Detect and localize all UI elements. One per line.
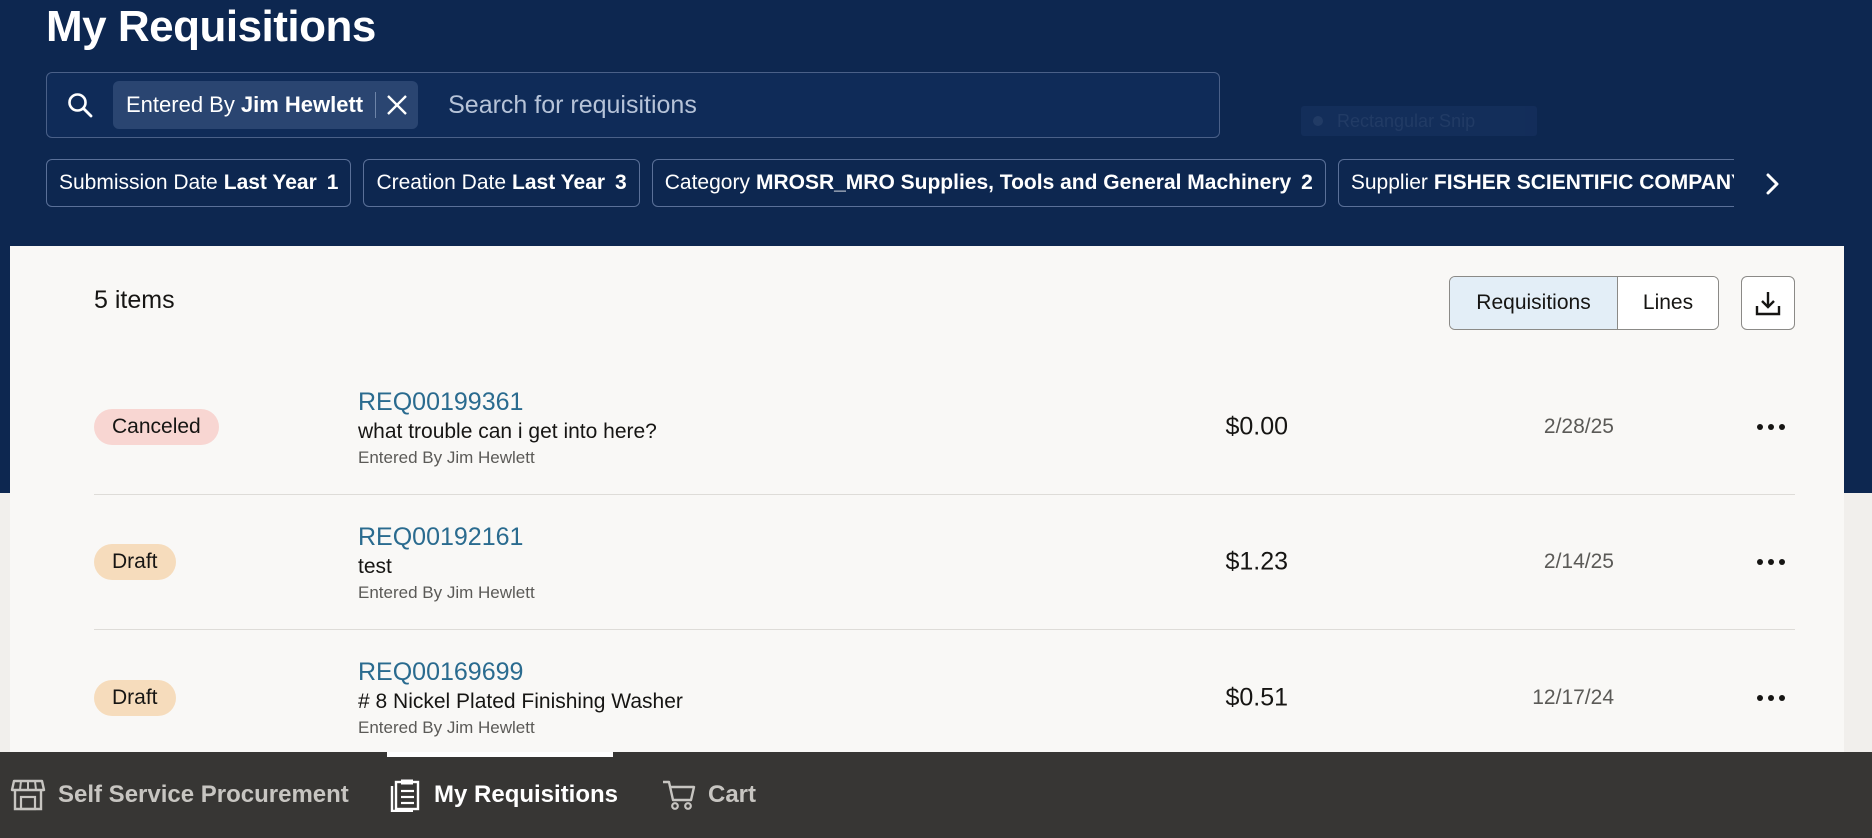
store-icon xyxy=(10,779,46,811)
requisition-row[interactable]: Canceled REQ00199361 what trouble can i … xyxy=(94,360,1795,495)
more-actions-icon[interactable] xyxy=(1748,407,1794,447)
requisition-description: # 8 Nickel Plated Finishing Washer xyxy=(358,690,683,713)
snip-tooltip-label: Rectangular Snip xyxy=(1337,110,1476,131)
chevron-right-icon[interactable] xyxy=(1750,162,1794,206)
filter-value: MROSR_MRO Supplies, Tools and General Ma… xyxy=(755,171,1292,194)
requisition-amount: $0.51 xyxy=(1225,683,1288,711)
page-title: My Requisitions xyxy=(46,2,376,51)
requisition-description: what trouble can i get into here? xyxy=(358,420,657,443)
search-input[interactable] xyxy=(418,75,1219,135)
filter-chip-supplier[interactable]: Supplier FISHER SCIENTIFIC COMPANY LLC 2 xyxy=(1337,159,1734,207)
search-bar[interactable]: Entered By Jim Hewlett xyxy=(46,72,1220,138)
requisition-row[interactable]: Draft REQ00192161 test Entered By Jim He… xyxy=(94,495,1795,630)
view-toggle-requisitions[interactable]: Requisitions xyxy=(1450,277,1618,329)
requisition-row[interactable]: Draft REQ00169699 # 8 Nickel Plated Fini… xyxy=(94,630,1795,765)
filter-label: Supplier xyxy=(1350,171,1428,194)
filter-label: Submission Date xyxy=(59,171,218,194)
download-button[interactable] xyxy=(1741,276,1795,330)
clipboard-icon xyxy=(390,779,420,812)
requisition-link[interactable]: REQ00199361 xyxy=(358,388,523,417)
filter-count: 2 xyxy=(1301,171,1313,194)
requisition-amount: $0.00 xyxy=(1225,412,1288,441)
results-panel: 5 items Requisitions Lines Canceled REQ0… xyxy=(10,246,1844,766)
requisition-entered-by: Entered By Jim Hewlett xyxy=(358,448,535,467)
requisition-description: test xyxy=(358,555,392,578)
nav-item-my-requisitions[interactable]: My Requisitions xyxy=(388,752,618,838)
close-icon[interactable] xyxy=(376,81,418,129)
download-icon xyxy=(1755,292,1781,316)
requisition-entered-by: Entered By Jim Hewlett xyxy=(358,718,535,737)
view-toggle-lines[interactable]: Lines xyxy=(1618,277,1718,329)
requisition-amount: $1.23 xyxy=(1225,547,1288,576)
nav-item-cart[interactable]: Cart xyxy=(662,752,756,838)
filter-label: Creation Date xyxy=(376,171,507,194)
requisition-date: 2/28/25 xyxy=(1543,415,1614,438)
filter-value: Last Year xyxy=(512,171,606,194)
view-toggle: Requisitions Lines xyxy=(1449,276,1719,330)
search-icon[interactable] xyxy=(47,73,113,137)
search-filter-chip: Entered By Jim Hewlett xyxy=(113,81,419,129)
filter-chip-category[interactable]: Category MROSR_MRO Supplies, Tools and G… xyxy=(651,159,1326,207)
status-badge: Draft xyxy=(94,679,176,716)
more-actions-icon[interactable] xyxy=(1748,678,1794,718)
filter-count: 3 xyxy=(615,171,627,194)
status-badge: Draft xyxy=(94,544,176,580)
filter-value: Last Year xyxy=(223,171,317,194)
search-chip-value: Jim Hewlett xyxy=(240,92,364,117)
items-count: 5 items xyxy=(94,286,175,314)
status-badge: Canceled xyxy=(94,409,219,445)
nav-item-label: Self Service Procurement xyxy=(58,781,349,808)
requisition-link[interactable]: REQ00169699 xyxy=(358,658,523,687)
nav-item-label: My Requisitions xyxy=(434,781,619,808)
snip-dot-icon xyxy=(1313,116,1323,126)
cart-icon xyxy=(663,780,696,810)
filter-value: FISHER SCIENTIFIC COMPANY LLC xyxy=(1433,171,1734,194)
nav-item-label: Cart xyxy=(708,781,757,808)
more-actions-icon[interactable] xyxy=(1748,542,1794,582)
active-nav-indicator xyxy=(387,752,613,757)
requisition-entered-by: Entered By Jim Hewlett xyxy=(358,583,535,602)
filter-chip-bar: Submission Date Last Year 1 Creation Dat… xyxy=(46,159,1734,207)
filter-count: 1 xyxy=(326,171,339,194)
search-chip-label: Entered By xyxy=(126,92,235,117)
filter-chip-submission-date[interactable]: Submission Date Last Year 1 xyxy=(46,159,352,207)
requisition-link[interactable]: REQ00192161 xyxy=(358,523,523,552)
snip-tooltip: Rectangular Snip xyxy=(1301,106,1537,136)
requisition-date: 12/17/24 xyxy=(1532,685,1614,709)
nav-item-self-service-procurement[interactable]: Self Service Procurement xyxy=(10,752,349,838)
requisition-date: 2/14/25 xyxy=(1543,550,1614,573)
bottom-navigation: Self Service Procurement My Requisitions… xyxy=(0,752,1872,838)
filter-label: Category xyxy=(664,171,750,194)
filter-chip-creation-date[interactable]: Creation Date Last Year 3 xyxy=(363,159,640,207)
